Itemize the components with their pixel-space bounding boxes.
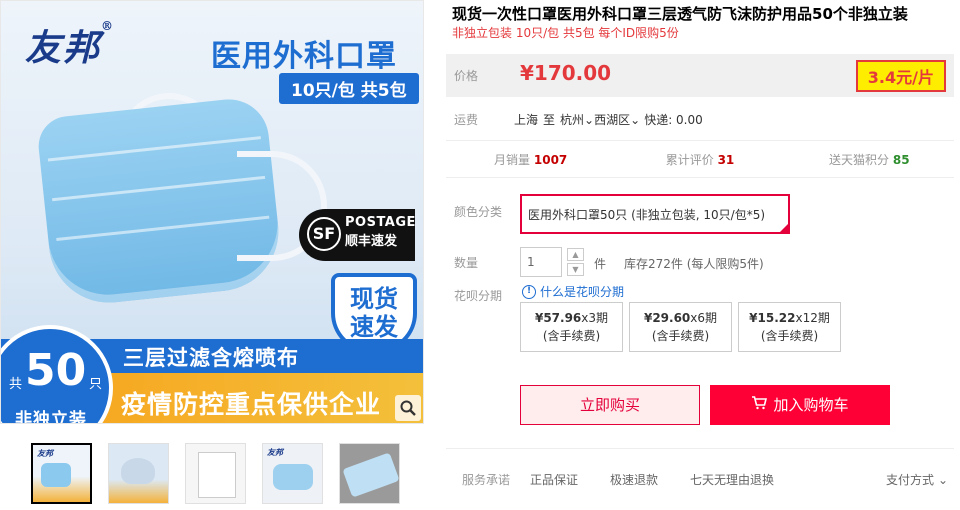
quantity-unit: 件 xyxy=(594,257,607,271)
count-left: 共 xyxy=(9,377,23,392)
thumbnail-2[interactable] xyxy=(108,443,169,504)
stat-points: 送天猫积分 85 xyxy=(829,152,910,167)
selected-check-icon xyxy=(779,223,789,233)
stat-reviews[interactable]: 累计评价 31 xyxy=(615,151,784,168)
info-icon: ! xyxy=(522,284,536,299)
color-option-selected[interactable]: 医用外科口罩50只 (非独立包装, 10只/包*5) xyxy=(520,194,790,234)
thumbnail-1[interactable]: 友邦 xyxy=(31,443,92,504)
brand-logo: 友邦® xyxy=(25,19,116,69)
sf-line1: POSTAGE xyxy=(345,215,416,230)
cart-icon xyxy=(751,385,768,425)
sf-express-badge: SF POSTAGE 顺丰速发 xyxy=(299,209,415,261)
price-value: ¥170.00 xyxy=(520,61,612,85)
add-to-cart-button[interactable]: 加入购物车 xyxy=(710,385,890,425)
thumbnail-3[interactable] xyxy=(185,443,246,504)
service-item[interactable]: 极速退款 xyxy=(610,471,690,488)
ship-from: 上海 xyxy=(514,113,539,127)
stock-info: 库存272件 (每人限购5件) xyxy=(624,257,764,271)
unit-price-badge: 3.4元/片 xyxy=(855,60,946,92)
ship-express: 快递: 0.00 xyxy=(644,113,703,127)
stats-bar: 月销量 1007 累计评价 31 送天猫积分 85 xyxy=(446,140,954,178)
thumbnail-5[interactable] xyxy=(339,443,400,504)
buy-now-button[interactable]: 立即购买 xyxy=(520,385,700,425)
price-label: 价格 xyxy=(454,69,479,83)
shipping-label: 运费 xyxy=(454,113,479,127)
image-headline: 医用外科口罩 xyxy=(211,39,397,74)
installment-plan-3[interactable]: ¥57.96x3期 (含手续费) xyxy=(520,302,623,352)
payment-methods-toggle[interactable]: 支付方式 ⌄ xyxy=(886,471,948,488)
image-pack-tag: 10只/包 共5包 xyxy=(279,73,419,104)
sf-logo-icon: SF xyxy=(307,217,341,251)
sf-line2: 顺丰速发 xyxy=(345,234,398,249)
count-right: 只 xyxy=(89,377,103,392)
huabei-label: 花呗分期 xyxy=(454,289,503,303)
quantity-label: 数量 xyxy=(454,256,479,270)
price-panel: 价格 ¥170.00 3.4元/片 xyxy=(446,54,954,97)
installment-plans: ¥57.96x3期 (含手续费) ¥29.60x6期 (含手续费) ¥15.22x1… xyxy=(520,302,841,352)
shipping-row: 运费 上海 至 杭州⌄ 西湖区⌄ 快递: 0.00 xyxy=(454,111,703,128)
color-option-text: 医用外科口罩50只 (非独立包装, 10只/包*5) xyxy=(528,208,766,222)
product-subtitle: 非独立包装 10只/包 共5包 每个ID限购5份 xyxy=(452,26,679,40)
quantity-input[interactable]: 1 xyxy=(520,247,562,277)
huabei-help-link[interactable]: ! 什么是花呗分期 xyxy=(522,283,624,300)
thumbnail-4[interactable]: 友邦 xyxy=(262,443,323,504)
chevron-down-icon: ⌄ xyxy=(584,113,595,127)
service-item[interactable]: 正品保证 xyxy=(530,471,610,488)
service-label: 服务承诺 xyxy=(462,473,511,487)
service-item[interactable]: 七天无理由退换 xyxy=(690,471,774,488)
installment-plan-6[interactable]: ¥29.60x6期 (含手续费) xyxy=(629,302,732,352)
color-label: 颜色分类 xyxy=(454,205,503,219)
main-product-image[interactable]: 友邦® 医用外科口罩 10只/包 共5包 SF POSTAGE 顺丰速发 现货 … xyxy=(0,0,424,424)
thumbnail-strip: 友邦 友邦 xyxy=(31,443,400,504)
quantity-decrease-button[interactable]: ▼ xyxy=(567,263,584,276)
magnifier-icon[interactable] xyxy=(395,395,421,421)
installment-plan-12[interactable]: ¥15.22x12期 (含手续费) xyxy=(738,302,841,352)
filter-text: 三层过滤含熔喷布 xyxy=(123,346,299,370)
chevron-down-icon: ⌄ xyxy=(630,113,641,127)
ship-district-select[interactable]: 西湖区⌄ xyxy=(594,111,640,128)
ship-city-select[interactable]: 杭州⌄ xyxy=(560,111,594,128)
quantity-increase-button[interactable]: ▲ xyxy=(567,248,584,261)
stat-monthly-sales: 月销量 1007 xyxy=(494,152,568,167)
count-number: 50 xyxy=(25,345,87,396)
service-row: 服务承诺 正品保证 极速退款 七天无理由退换 xyxy=(462,471,774,488)
chevron-down-icon: ⌄ xyxy=(938,472,949,487)
ship-to-word: 至 xyxy=(543,113,556,127)
product-title: 现货一次性口罩医用外科口罩三层透气防飞沫防护用品50个非独立装 xyxy=(452,5,908,23)
divider xyxy=(446,448,954,449)
count-sub: 非独立装 xyxy=(15,410,87,424)
epidemic-text: 疫情防控重点保供企业 xyxy=(121,390,382,419)
